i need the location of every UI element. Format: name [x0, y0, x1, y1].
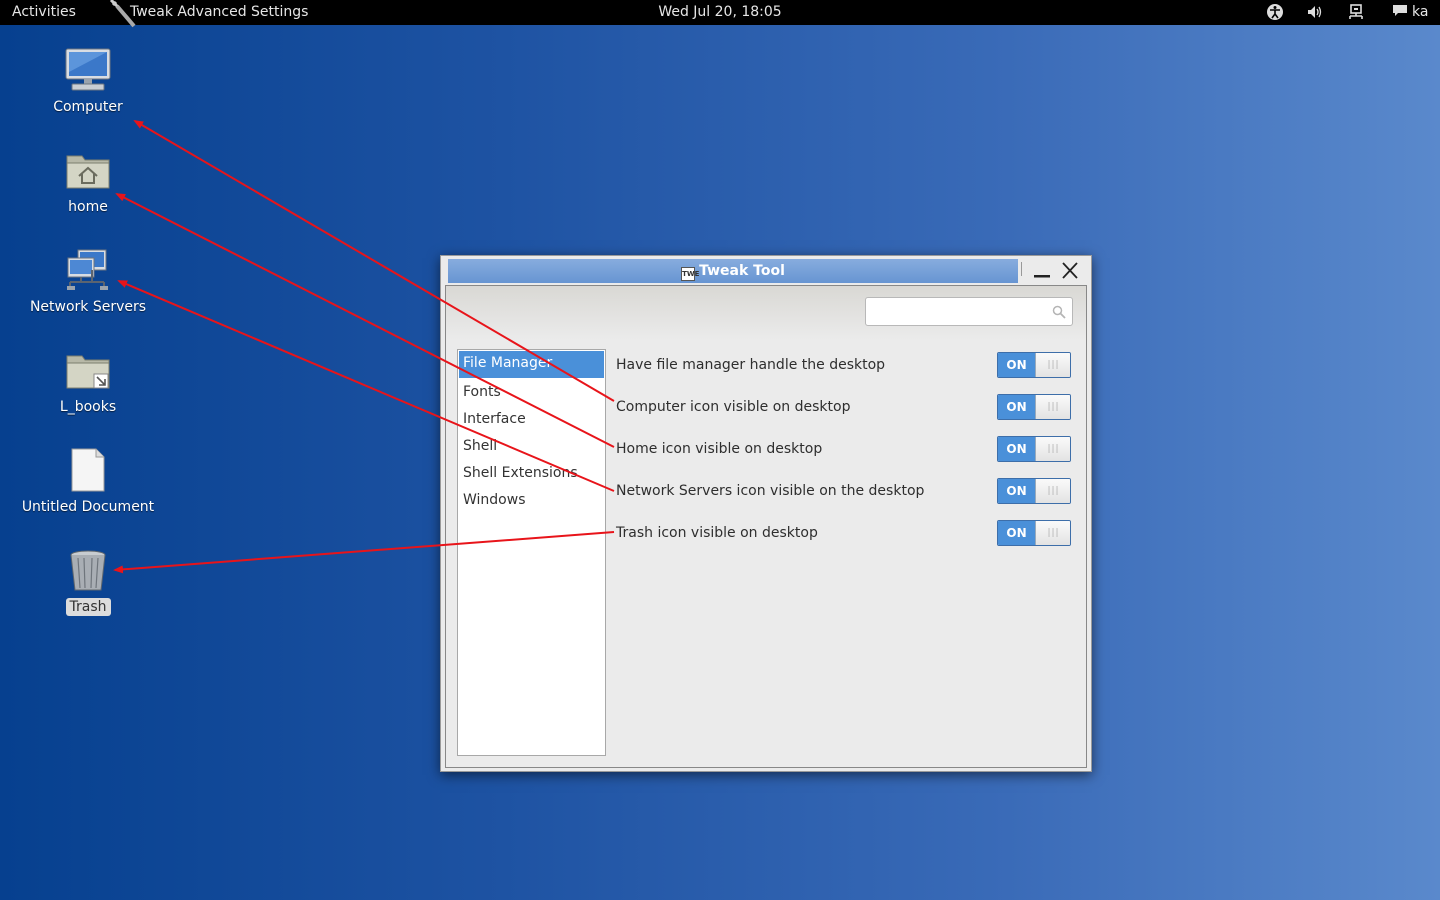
top-bar: Activities Tweak Advanced Settings Wed J…	[0, 0, 1440, 28]
home-folder-icon	[66, 155, 110, 189]
folder-link-icon	[66, 355, 110, 389]
network-servers-icon	[67, 249, 108, 290]
desktop-icon-label: Untitled Document	[21, 499, 155, 515]
trash-icon	[70, 550, 106, 591]
computer-icon-switch[interactable]: ON |||	[997, 394, 1071, 420]
desktop-icon-label: Network Servers	[29, 299, 147, 315]
switch-on-label: ON	[998, 353, 1035, 377]
setting-row: Computer icon visible on desktop ON |||	[616, 394, 1076, 422]
switch-knob[interactable]: |||	[1035, 395, 1070, 419]
setting-label: Have file manager handle the desktop	[616, 357, 886, 373]
setting-label: Network Servers icon visible on the desk…	[616, 483, 925, 499]
switch-knob[interactable]: |||	[1035, 479, 1070, 503]
setting-label: Computer icon visible on desktop	[616, 399, 851, 415]
setting-row: Trash icon visible on desktop ON |||	[616, 520, 1076, 548]
desktop-icon-network-servers[interactable]: Network Servers	[13, 246, 163, 316]
accessibility-icon[interactable]	[1266, 3, 1284, 21]
setting-row: Network Servers icon visible on the desk…	[616, 478, 1076, 506]
trash-icon-switch[interactable]: ON |||	[997, 520, 1071, 546]
window-title: Tweak Tool	[699, 263, 785, 279]
app-menu[interactable]: Tweak Advanced Settings	[108, 0, 309, 28]
user-menu[interactable]: ka	[1412, 4, 1428, 20]
switch-knob[interactable]: |||	[1035, 437, 1070, 461]
sidebar-item-windows[interactable]: Windows	[458, 487, 605, 514]
window-titlebar[interactable]: TWETweak Tool	[448, 259, 1018, 283]
search-field[interactable]	[865, 297, 1073, 326]
header-toolbar	[446, 286, 1086, 340]
setting-label: Trash icon visible on desktop	[616, 525, 818, 541]
handle-desktop-switch[interactable]: ON |||	[997, 352, 1071, 378]
category-sidebar: File Manager Fonts Interface Shell Shell…	[457, 349, 606, 756]
tweak-tool-window: TWETweak Tool File Manager Fonts Interfa…	[440, 255, 1092, 772]
desktop-icon-l-books[interactable]: L_books	[13, 346, 163, 416]
app-menu-label: Tweak Advanced Settings	[130, 4, 309, 20]
titlebar-separator	[1021, 262, 1022, 276]
minimize-icon	[1034, 275, 1050, 278]
switch-on-label: ON	[998, 437, 1035, 461]
sidebar-item-interface[interactable]: Interface	[458, 406, 605, 433]
chat-icon[interactable]	[1392, 3, 1408, 21]
tweak-tool-icon	[109, 0, 136, 28]
volume-icon[interactable]	[1306, 3, 1324, 21]
switch-knob[interactable]: |||	[1035, 521, 1070, 545]
desktop-icon-untitled-document[interactable]: Untitled Document	[13, 446, 163, 516]
desktop-icon-label: Trash	[65, 598, 111, 616]
home-icon-switch[interactable]: ON |||	[997, 436, 1071, 462]
switch-knob[interactable]: |||	[1035, 353, 1070, 377]
desktop-icon-computer[interactable]: Computer	[13, 46, 163, 116]
document-icon	[71, 448, 105, 492]
activities-button[interactable]: Activities	[12, 4, 76, 20]
setting-label: Home icon visible on desktop	[616, 441, 823, 457]
computer-icon	[65, 48, 111, 91]
close-button[interactable]	[1059, 260, 1081, 282]
desktop-icon-label: L_books	[59, 399, 117, 415]
sidebar-item-fonts[interactable]: Fonts	[458, 379, 605, 406]
sidebar-item-shell[interactable]: Shell	[458, 433, 605, 460]
sidebar-item-shell-extensions[interactable]: Shell Extensions	[458, 460, 605, 487]
tweak-tool-title-icon: TWE	[681, 267, 699, 281]
desktop-icon-label: Computer	[53, 99, 123, 115]
desktop-icon-trash[interactable]: Trash	[13, 546, 163, 616]
setting-row: Have file manager handle the desktop ON …	[616, 352, 1076, 380]
switch-on-label: ON	[998, 395, 1035, 419]
sidebar-item-file-manager[interactable]: File Manager	[459, 351, 604, 378]
search-icon	[1052, 305, 1066, 319]
window-body: File Manager Fonts Interface Shell Shell…	[445, 285, 1087, 768]
desktop-icon-home[interactable]: home	[13, 146, 163, 216]
clock[interactable]: Wed Jul 20, 18:05	[658, 4, 781, 20]
switch-on-label: ON	[998, 479, 1035, 503]
search-input[interactable]	[870, 299, 1044, 326]
desktop-icon-label: home	[68, 199, 108, 215]
minimize-button[interactable]	[1031, 260, 1053, 282]
network-servers-icon-switch[interactable]: ON |||	[997, 478, 1071, 504]
close-icon	[1062, 262, 1078, 279]
setting-row: Home icon visible on desktop ON |||	[616, 436, 1076, 464]
switch-on-label: ON	[998, 521, 1035, 545]
network-wired-icon[interactable]	[1347, 3, 1365, 21]
